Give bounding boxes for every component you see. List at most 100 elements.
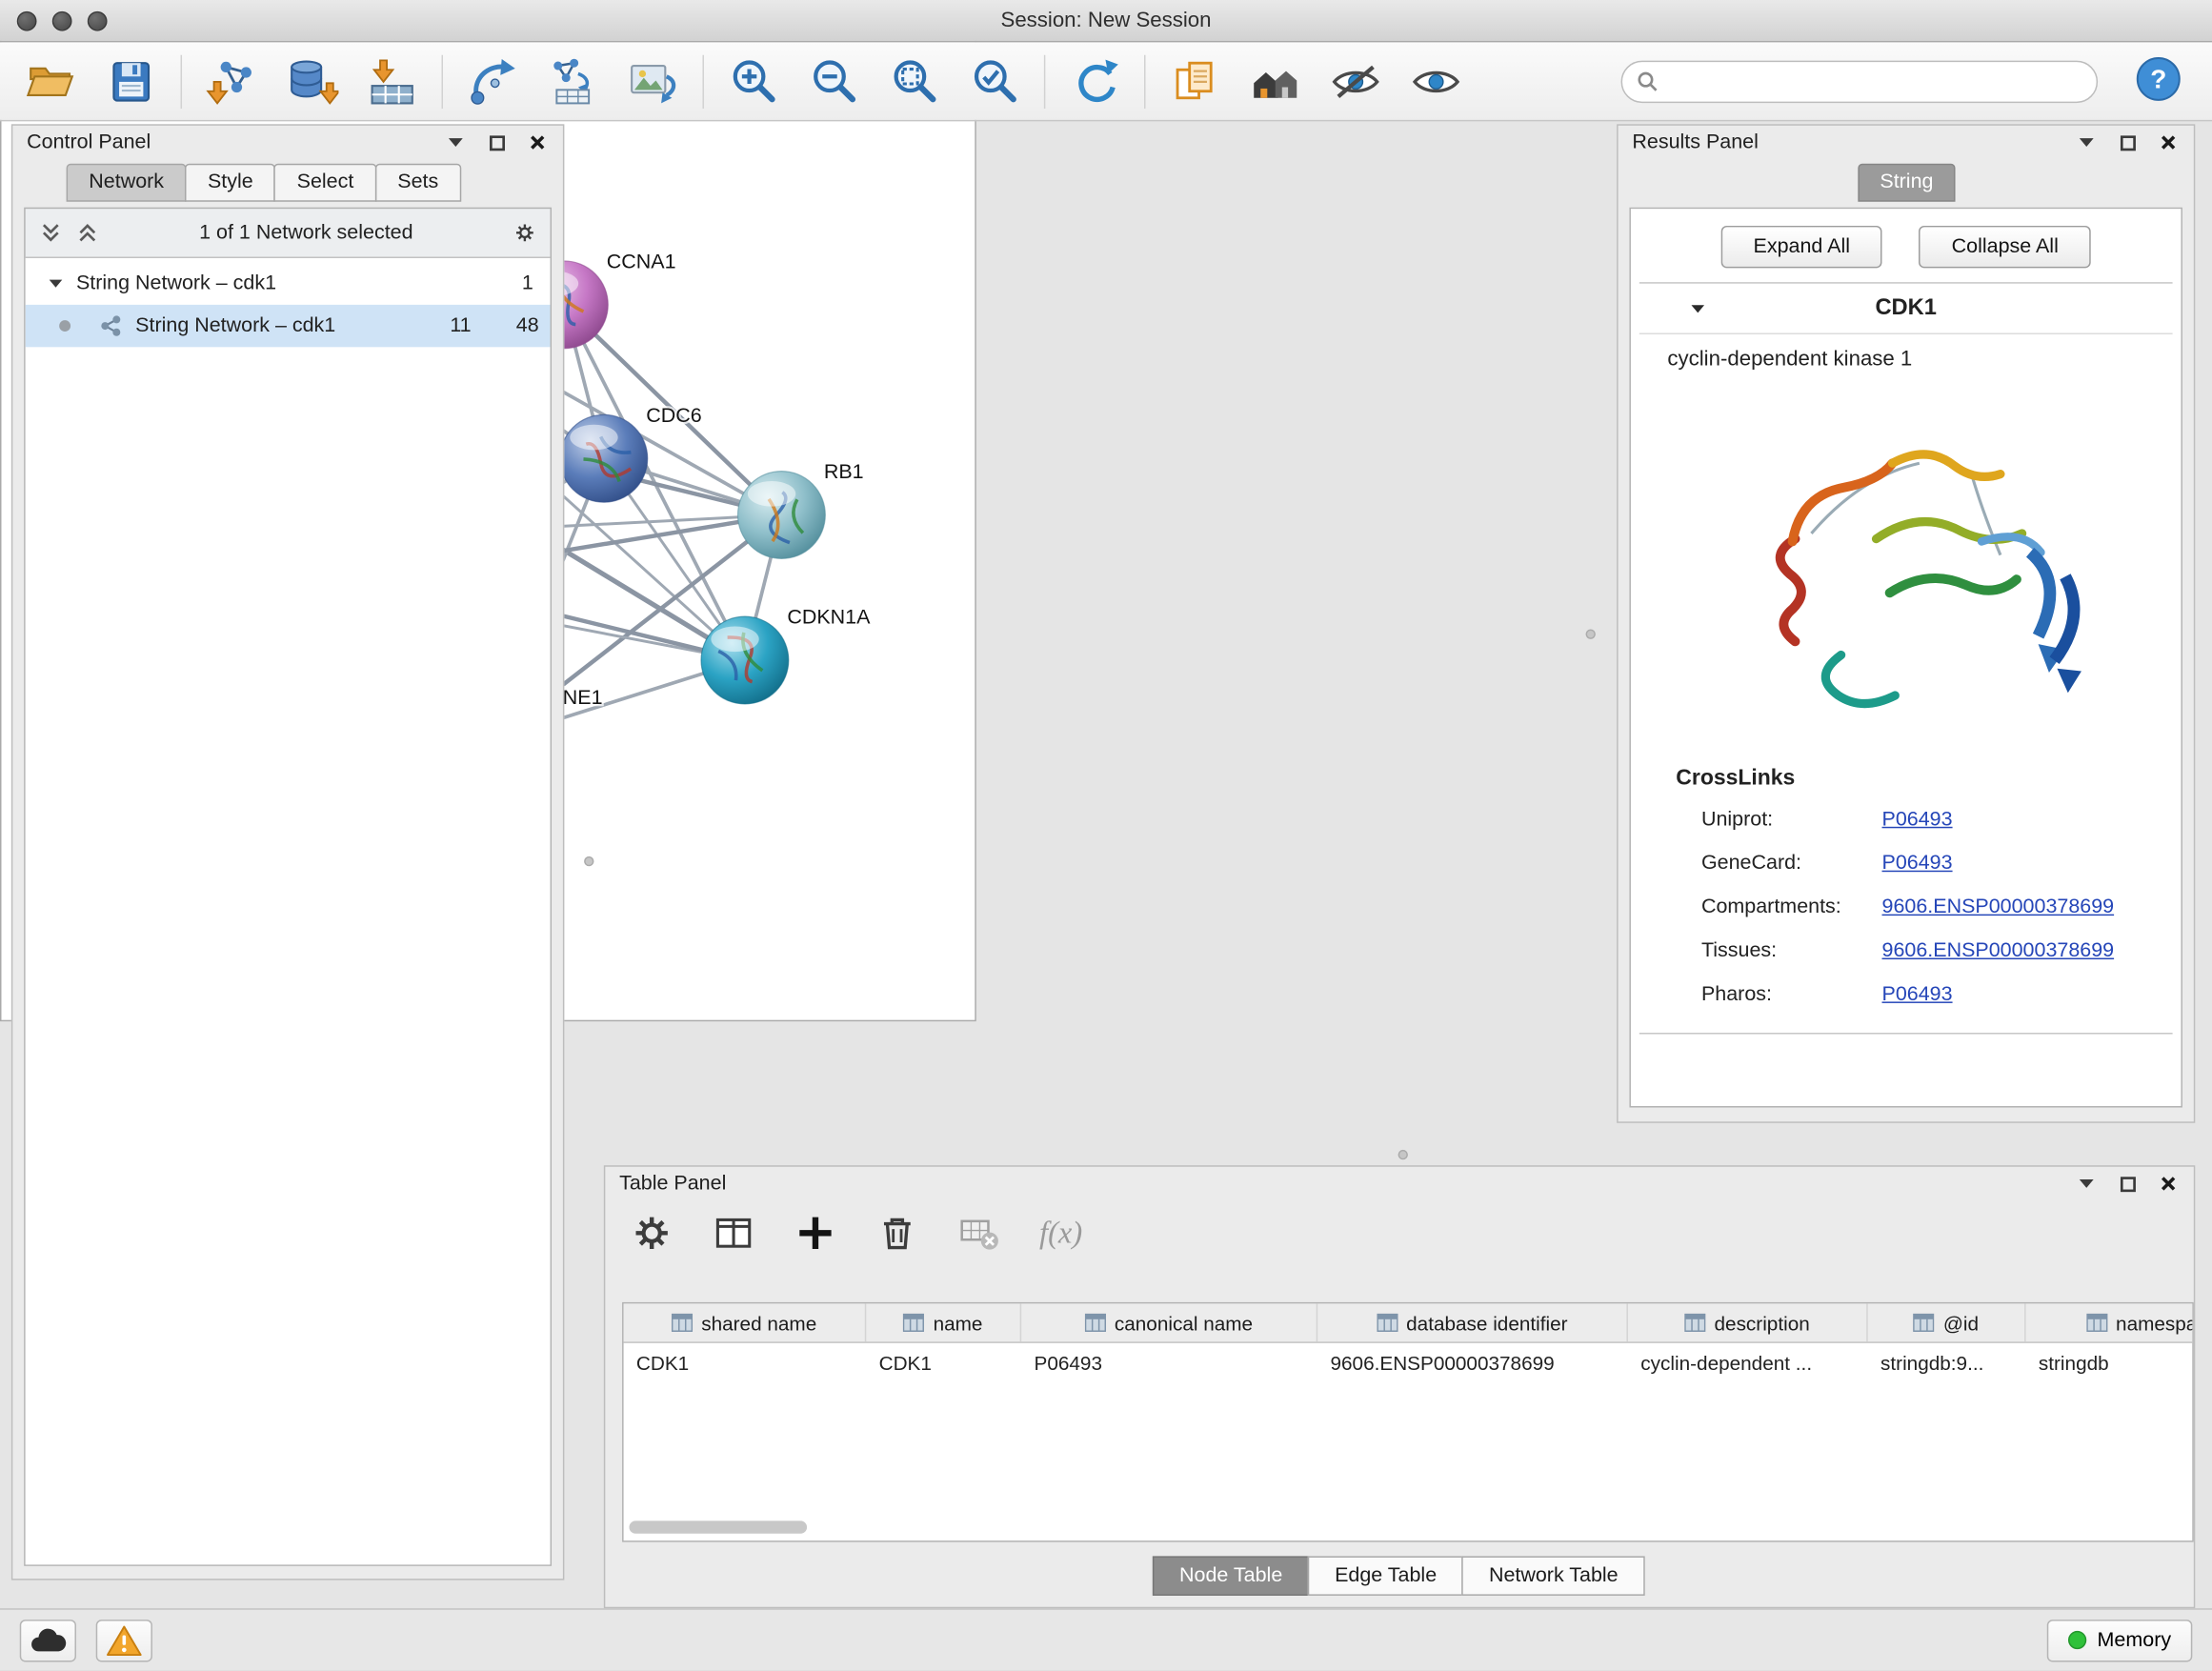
save-session-button[interactable]: [100, 50, 162, 112]
left-splitter-handle[interactable]: [584, 856, 593, 866]
right-splitter-handle[interactable]: [1586, 629, 1596, 638]
results-panel-dock-button[interactable]: [2116, 131, 2139, 154]
delete-column-button[interactable]: [874, 1209, 921, 1257]
delete-table-icon: [958, 1212, 1000, 1254]
section-collapse-caret-icon[interactable]: [1690, 303, 1705, 314]
function-builder-button[interactable]: f(x): [1036, 1209, 1084, 1257]
open-session-button[interactable]: [20, 50, 82, 112]
zoom-selected-button[interactable]: [963, 50, 1025, 112]
import-network-file-button[interactable]: [200, 50, 262, 112]
help-button[interactable]: ?: [2130, 53, 2186, 110]
toolbar-separator: [442, 54, 443, 108]
column-header-description[interactable]: description: [1628, 1303, 1868, 1341]
column-header-id[interactable]: @id: [1868, 1303, 2026, 1341]
window-minimize-button[interactable]: [52, 11, 72, 31]
crosslink-link-genecard[interactable]: P06493: [1882, 852, 1953, 875]
network-node-CDC6[interactable]: CDC6: [560, 404, 702, 502]
table-panel-title: Table Panel: [619, 1173, 726, 1196]
table-cell[interactable]: CDK1: [624, 1343, 867, 1381]
network-row[interactable]: String Network – cdk1 1148: [26, 305, 551, 347]
table-cell[interactable]: stringdb:9...: [1868, 1343, 2026, 1381]
expand-all-networks-button[interactable]: [39, 222, 62, 245]
control-panel-close-button[interactable]: [526, 131, 549, 154]
zoom-fit-button[interactable]: [883, 50, 945, 112]
warnings-button[interactable]: [96, 1620, 152, 1661]
horizontal-scrollbar-thumb[interactable]: [629, 1520, 807, 1533]
cloud-status-button[interactable]: [20, 1620, 76, 1661]
cybrowser-button[interactable]: [1244, 50, 1306, 112]
tab-sets[interactable]: Sets: [375, 164, 461, 202]
crosslink-link-compartments[interactable]: 9606.ENSP00000378699: [1882, 896, 2115, 918]
export-image-button[interactable]: [622, 50, 684, 112]
import-table-file-button[interactable]: [361, 50, 423, 112]
show-graphics-details-button[interactable]: [1405, 50, 1467, 112]
memory-button[interactable]: Memory: [2046, 1620, 2192, 1661]
node-label: CDC6: [646, 404, 701, 427]
column-header-name[interactable]: name: [866, 1303, 1021, 1341]
results-panel-close-button[interactable]: [2157, 131, 2180, 154]
collapse-all-networks-button[interactable]: [76, 222, 99, 245]
bottom-splitter-handle[interactable]: [1398, 1150, 1408, 1159]
table-tabs: Node Table Edge Table Network Table: [1154, 1556, 1644, 1595]
zoom-out-button[interactable]: [803, 50, 865, 112]
table-cell[interactable]: cyclin-dependent ...: [1628, 1343, 1868, 1381]
tab-network[interactable]: Network: [67, 164, 187, 202]
network-list-toolbar: 1 of 1 Network selected: [26, 209, 551, 256]
results-panel-float-button[interactable]: [2075, 131, 2098, 154]
table-panel-dock-button[interactable]: [2116, 1173, 2139, 1196]
table-cell[interactable]: CDK1: [866, 1343, 1021, 1381]
crosslink-link-tissues[interactable]: 9606.ENSP00000378699: [1882, 939, 2115, 962]
fx-label: f(x): [1039, 1215, 1082, 1252]
table-row[interactable]: CDK1CDK1P064939606.ENSP00000378699cyclin…: [624, 1343, 2193, 1381]
table-panel-close-button[interactable]: [2157, 1173, 2180, 1196]
control-panel-float-button[interactable]: [444, 131, 467, 154]
tab-edge-table[interactable]: Edge Table: [1308, 1556, 1463, 1595]
results-panel-title: Results Panel: [1632, 131, 1758, 154]
search-input[interactable]: [1667, 70, 2081, 92]
apply-preferred-layout-button[interactable]: [1064, 50, 1126, 112]
network-node-CDKN1A[interactable]: CDKN1A: [701, 606, 871, 704]
gene-section-header[interactable]: CDK1: [1639, 284, 2173, 334]
control-panel-dock-button[interactable]: [485, 131, 508, 154]
tab-style[interactable]: Style: [185, 164, 275, 202]
collapse-all-button[interactable]: Collapse All: [1920, 226, 2091, 268]
show-columns-button[interactable]: [710, 1209, 757, 1257]
hide-graphics-details-button[interactable]: [1325, 50, 1387, 112]
zoom-in-button[interactable]: [722, 50, 784, 112]
tab-node-table[interactable]: Node Table: [1153, 1556, 1310, 1595]
table-panel-float-button[interactable]: [2075, 1173, 2098, 1196]
table-panel-header: Table Panel: [605, 1167, 2193, 1201]
crosslink-row: Pharos:P06493: [1639, 972, 2173, 1016]
network-node-RB1[interactable]: RB1: [738, 460, 864, 558]
node-label: CDKN1A: [787, 606, 871, 629]
create-column-button[interactable]: [792, 1209, 839, 1257]
tab-select[interactable]: Select: [274, 164, 376, 202]
table-options-gear-button[interactable]: [628, 1209, 675, 1257]
tab-string[interactable]: String: [1858, 164, 1957, 202]
new-network-from-selection-button[interactable]: [542, 50, 604, 112]
table-cell[interactable]: 9606.ENSP00000378699: [1317, 1343, 1628, 1381]
expand-all-button[interactable]: Expand All: [1720, 226, 1882, 268]
column-header-namespace[interactable]: namespace: [2026, 1303, 2194, 1341]
window-controls: [17, 11, 108, 31]
network-options-gear-button[interactable]: [513, 222, 536, 245]
clone-network-button[interactable]: [1164, 50, 1226, 112]
new-network-button[interactable]: [461, 50, 523, 112]
window-zoom-button[interactable]: [88, 11, 108, 31]
double-chevron-down-icon: [39, 222, 62, 245]
collection-expand-caret-icon[interactable]: [48, 278, 63, 290]
window-close-button[interactable]: [17, 11, 37, 31]
table-cell[interactable]: P06493: [1021, 1343, 1317, 1381]
column-header-database-identifier[interactable]: database identifier: [1317, 1303, 1628, 1341]
table-cell[interactable]: stringdb: [2026, 1343, 2194, 1381]
column-header-label: canonical name: [1115, 1311, 1253, 1334]
crosslink-link-pharos[interactable]: P06493: [1882, 982, 1953, 1005]
column-header-canonical-name[interactable]: canonical name: [1021, 1303, 1317, 1341]
tab-network-table[interactable]: Network Table: [1462, 1556, 1645, 1595]
delete-table-button[interactable]: [955, 1209, 1003, 1257]
column-type-icon: [1914, 1314, 1935, 1332]
import-network-database-button[interactable]: [281, 50, 343, 112]
crosslink-link-uniprot[interactable]: P06493: [1882, 808, 1953, 831]
column-header-shared-name[interactable]: shared name: [624, 1303, 867, 1341]
network-collection-row[interactable]: String Network – cdk1 1: [26, 262, 551, 304]
